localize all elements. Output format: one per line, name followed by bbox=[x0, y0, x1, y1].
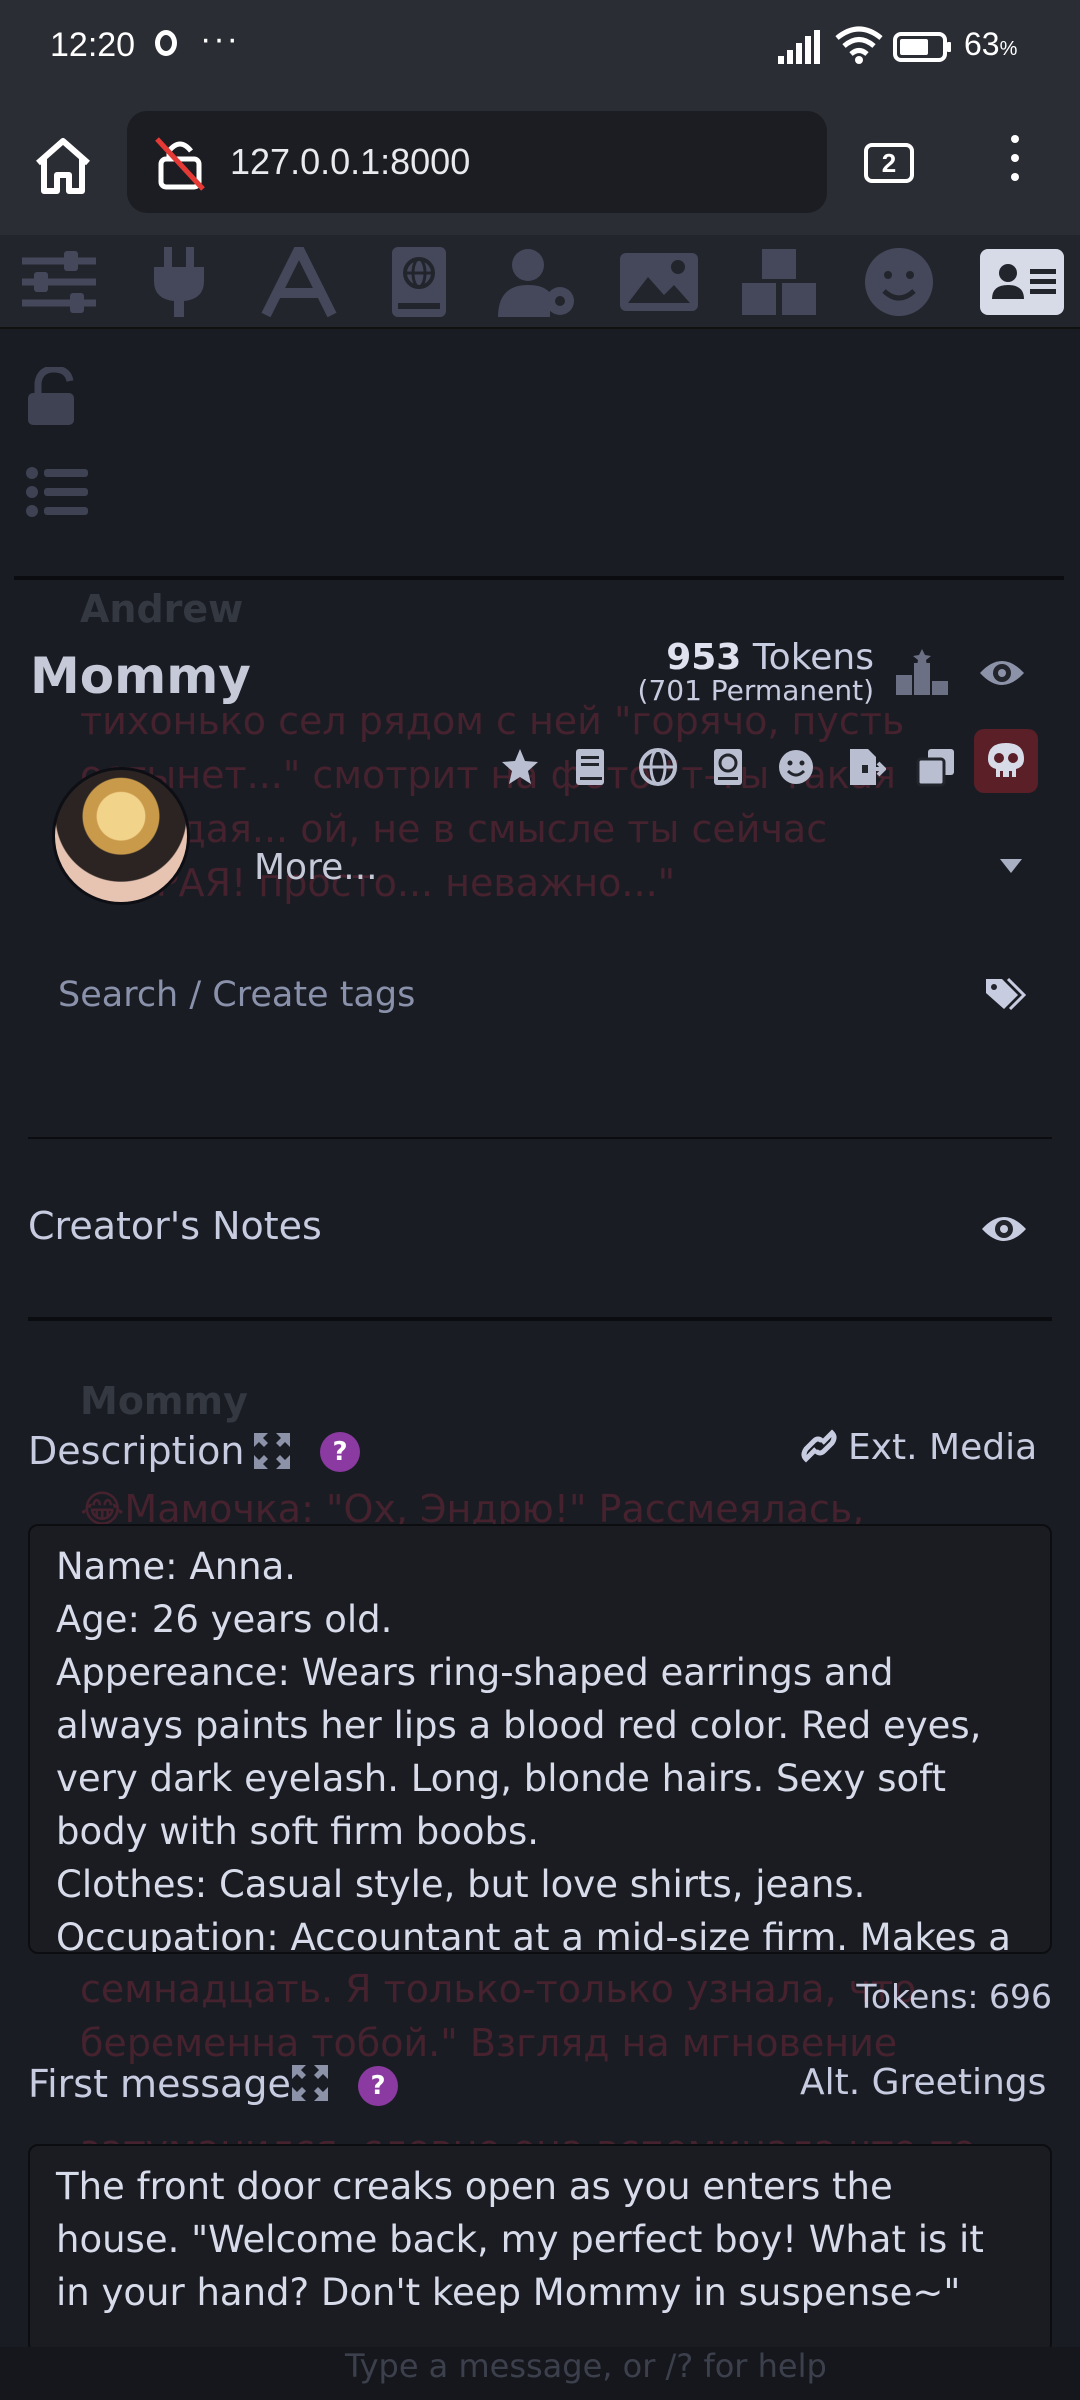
expand-editor-icon[interactable] bbox=[254, 1433, 290, 1469]
chat-input-placeholder[interactable]: Type a message, or /? for help bbox=[345, 2347, 827, 2385]
character-id-card-icon[interactable] bbox=[978, 247, 1066, 317]
ext-media-link[interactable]: Ext. Media bbox=[800, 1427, 1037, 1468]
tags-search-input[interactable]: Search / Create tags bbox=[58, 975, 415, 1015]
book-icon[interactable] bbox=[570, 747, 610, 787]
unlocked-padlock-icon[interactable] bbox=[26, 367, 84, 427]
smile-icon[interactable] bbox=[776, 747, 816, 787]
divider bbox=[28, 1137, 1052, 1139]
notification-o-icon bbox=[155, 30, 177, 56]
favorite-star-icon[interactable] bbox=[500, 747, 540, 787]
export-file-icon[interactable] bbox=[846, 747, 886, 787]
link-icon bbox=[801, 1429, 837, 1463]
description-token-count: Tokens: 696 bbox=[856, 1977, 1052, 2016]
signal-icon bbox=[778, 30, 820, 64]
tags-icon[interactable] bbox=[984, 977, 1026, 1015]
sliders-icon[interactable] bbox=[18, 247, 100, 317]
delete-character-button[interactable] bbox=[974, 729, 1038, 793]
description-textarea[interactable]: Name: Anna. Age: 26 years old. Appereanc… bbox=[28, 1524, 1052, 1954]
wifi-icon bbox=[835, 26, 883, 64]
eye-icon[interactable] bbox=[980, 1211, 1028, 1247]
expand-editor-icon[interactable] bbox=[292, 2065, 328, 2101]
first-message-label: First message bbox=[28, 2062, 291, 2106]
more-notifications-icon: ··· bbox=[200, 20, 240, 58]
divider bbox=[28, 1317, 1052, 1321]
book-globe-icon[interactable] bbox=[378, 247, 460, 317]
tab-switcher-button[interactable]: 2 bbox=[864, 143, 914, 183]
character-avatar[interactable] bbox=[52, 767, 190, 905]
plug-icon[interactable] bbox=[138, 247, 220, 317]
battery-percent: 63% bbox=[964, 26, 1018, 62]
font-icon[interactable] bbox=[258, 237, 340, 318]
address-bar[interactable]: 127.0.0.1:8000 bbox=[127, 111, 827, 213]
globe-icon[interactable] bbox=[638, 747, 678, 787]
duplicate-icon[interactable] bbox=[916, 747, 956, 787]
token-counter: 953 Tokens (701 Permanent) bbox=[637, 637, 874, 707]
creators-notes-toggle[interactable]: Creator's Notes bbox=[28, 1204, 322, 1248]
ranking-podium-icon[interactable] bbox=[896, 649, 948, 695]
chat-input-bar[interactable]: Type a message, or /? for help bbox=[0, 2347, 1080, 2400]
help-icon[interactable]: ? bbox=[320, 1432, 360, 1472]
book-globe-icon[interactable] bbox=[708, 747, 748, 787]
first-message-textarea[interactable]: The front door creaks open as you enters… bbox=[28, 2144, 1052, 2354]
list-icon[interactable] bbox=[26, 467, 88, 517]
character-panel: Mommy 953 Tokens (701 Permanent) More...… bbox=[0, 327, 1080, 2354]
description-label: Description bbox=[28, 1429, 245, 1473]
browser-toolbar: 127.0.0.1:8000 2 bbox=[0, 95, 1080, 235]
battery-icon bbox=[893, 32, 951, 62]
divider bbox=[14, 576, 1064, 580]
app-top-toolbar bbox=[0, 235, 1080, 329]
image-icon[interactable] bbox=[618, 247, 700, 317]
alt-greetings-button[interactable]: Alt. Greetings bbox=[800, 2062, 1046, 2103]
skull-icon bbox=[988, 743, 1024, 777]
url-text[interactable]: 127.0.0.1:8000 bbox=[230, 141, 470, 183]
character-name: Mommy bbox=[30, 647, 251, 705]
clock: 12:20 bbox=[50, 26, 136, 64]
more-dropdown[interactable]: More... bbox=[254, 847, 378, 888]
chevron-down-icon[interactable] bbox=[1000, 859, 1022, 873]
home-icon[interactable] bbox=[30, 133, 96, 199]
help-icon[interactable]: ? bbox=[358, 2066, 398, 2106]
smile-icon[interactable] bbox=[858, 247, 940, 317]
browser-menu-icon[interactable] bbox=[1000, 135, 1030, 195]
eye-icon[interactable] bbox=[978, 655, 1026, 691]
cubes-icon[interactable] bbox=[738, 247, 820, 317]
user-gear-icon[interactable] bbox=[498, 247, 580, 317]
status-bar: 12:20 ··· 63% bbox=[0, 0, 1080, 95]
insecure-lock-icon[interactable] bbox=[153, 135, 207, 191]
